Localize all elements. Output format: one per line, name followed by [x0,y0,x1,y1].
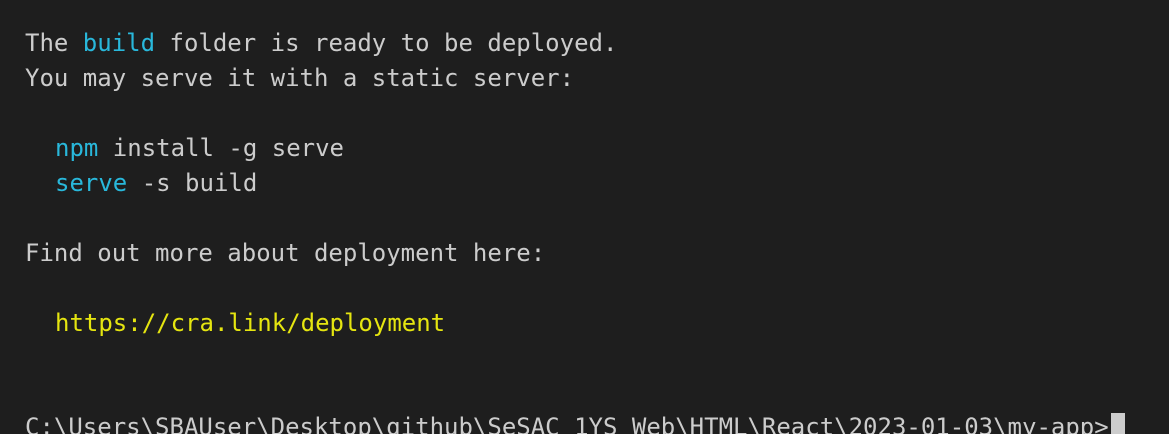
deployment-info-line: Find out more about deployment here: [25,239,546,267]
prompt-path: C:\Users\SBAUser\Desktop\github\SeSAC_1Y… [25,413,1109,434]
npm-install-command: npm install -g serve [55,131,344,166]
serve-instruction-line: You may serve it with a static server: [25,64,575,92]
text-cursor [1110,413,1125,434]
serve-command-name: serve [55,169,128,197]
serve-command: serve -s build [55,166,257,201]
deployment-link[interactable]: https://cra.link/deployment [55,306,445,341]
npm-command: npm [55,134,99,162]
build-folder-highlight: build [82,29,156,57]
serve-command-args: -s build [127,169,258,197]
npm-install-args: install -g serve [98,134,344,162]
terminal-output[interactable]: The build folder is ready to be deployed… [0,0,1169,434]
build-ready-prefix: The [25,29,83,57]
command-prompt[interactable]: C:\Users\SBAUser\Desktop\github\SeSAC_1Y… [25,410,1125,434]
build-ready-suffix: folder is ready to be deployed. [155,29,618,57]
build-ready-line: The build folder is ready to be deployed… [25,26,617,61]
